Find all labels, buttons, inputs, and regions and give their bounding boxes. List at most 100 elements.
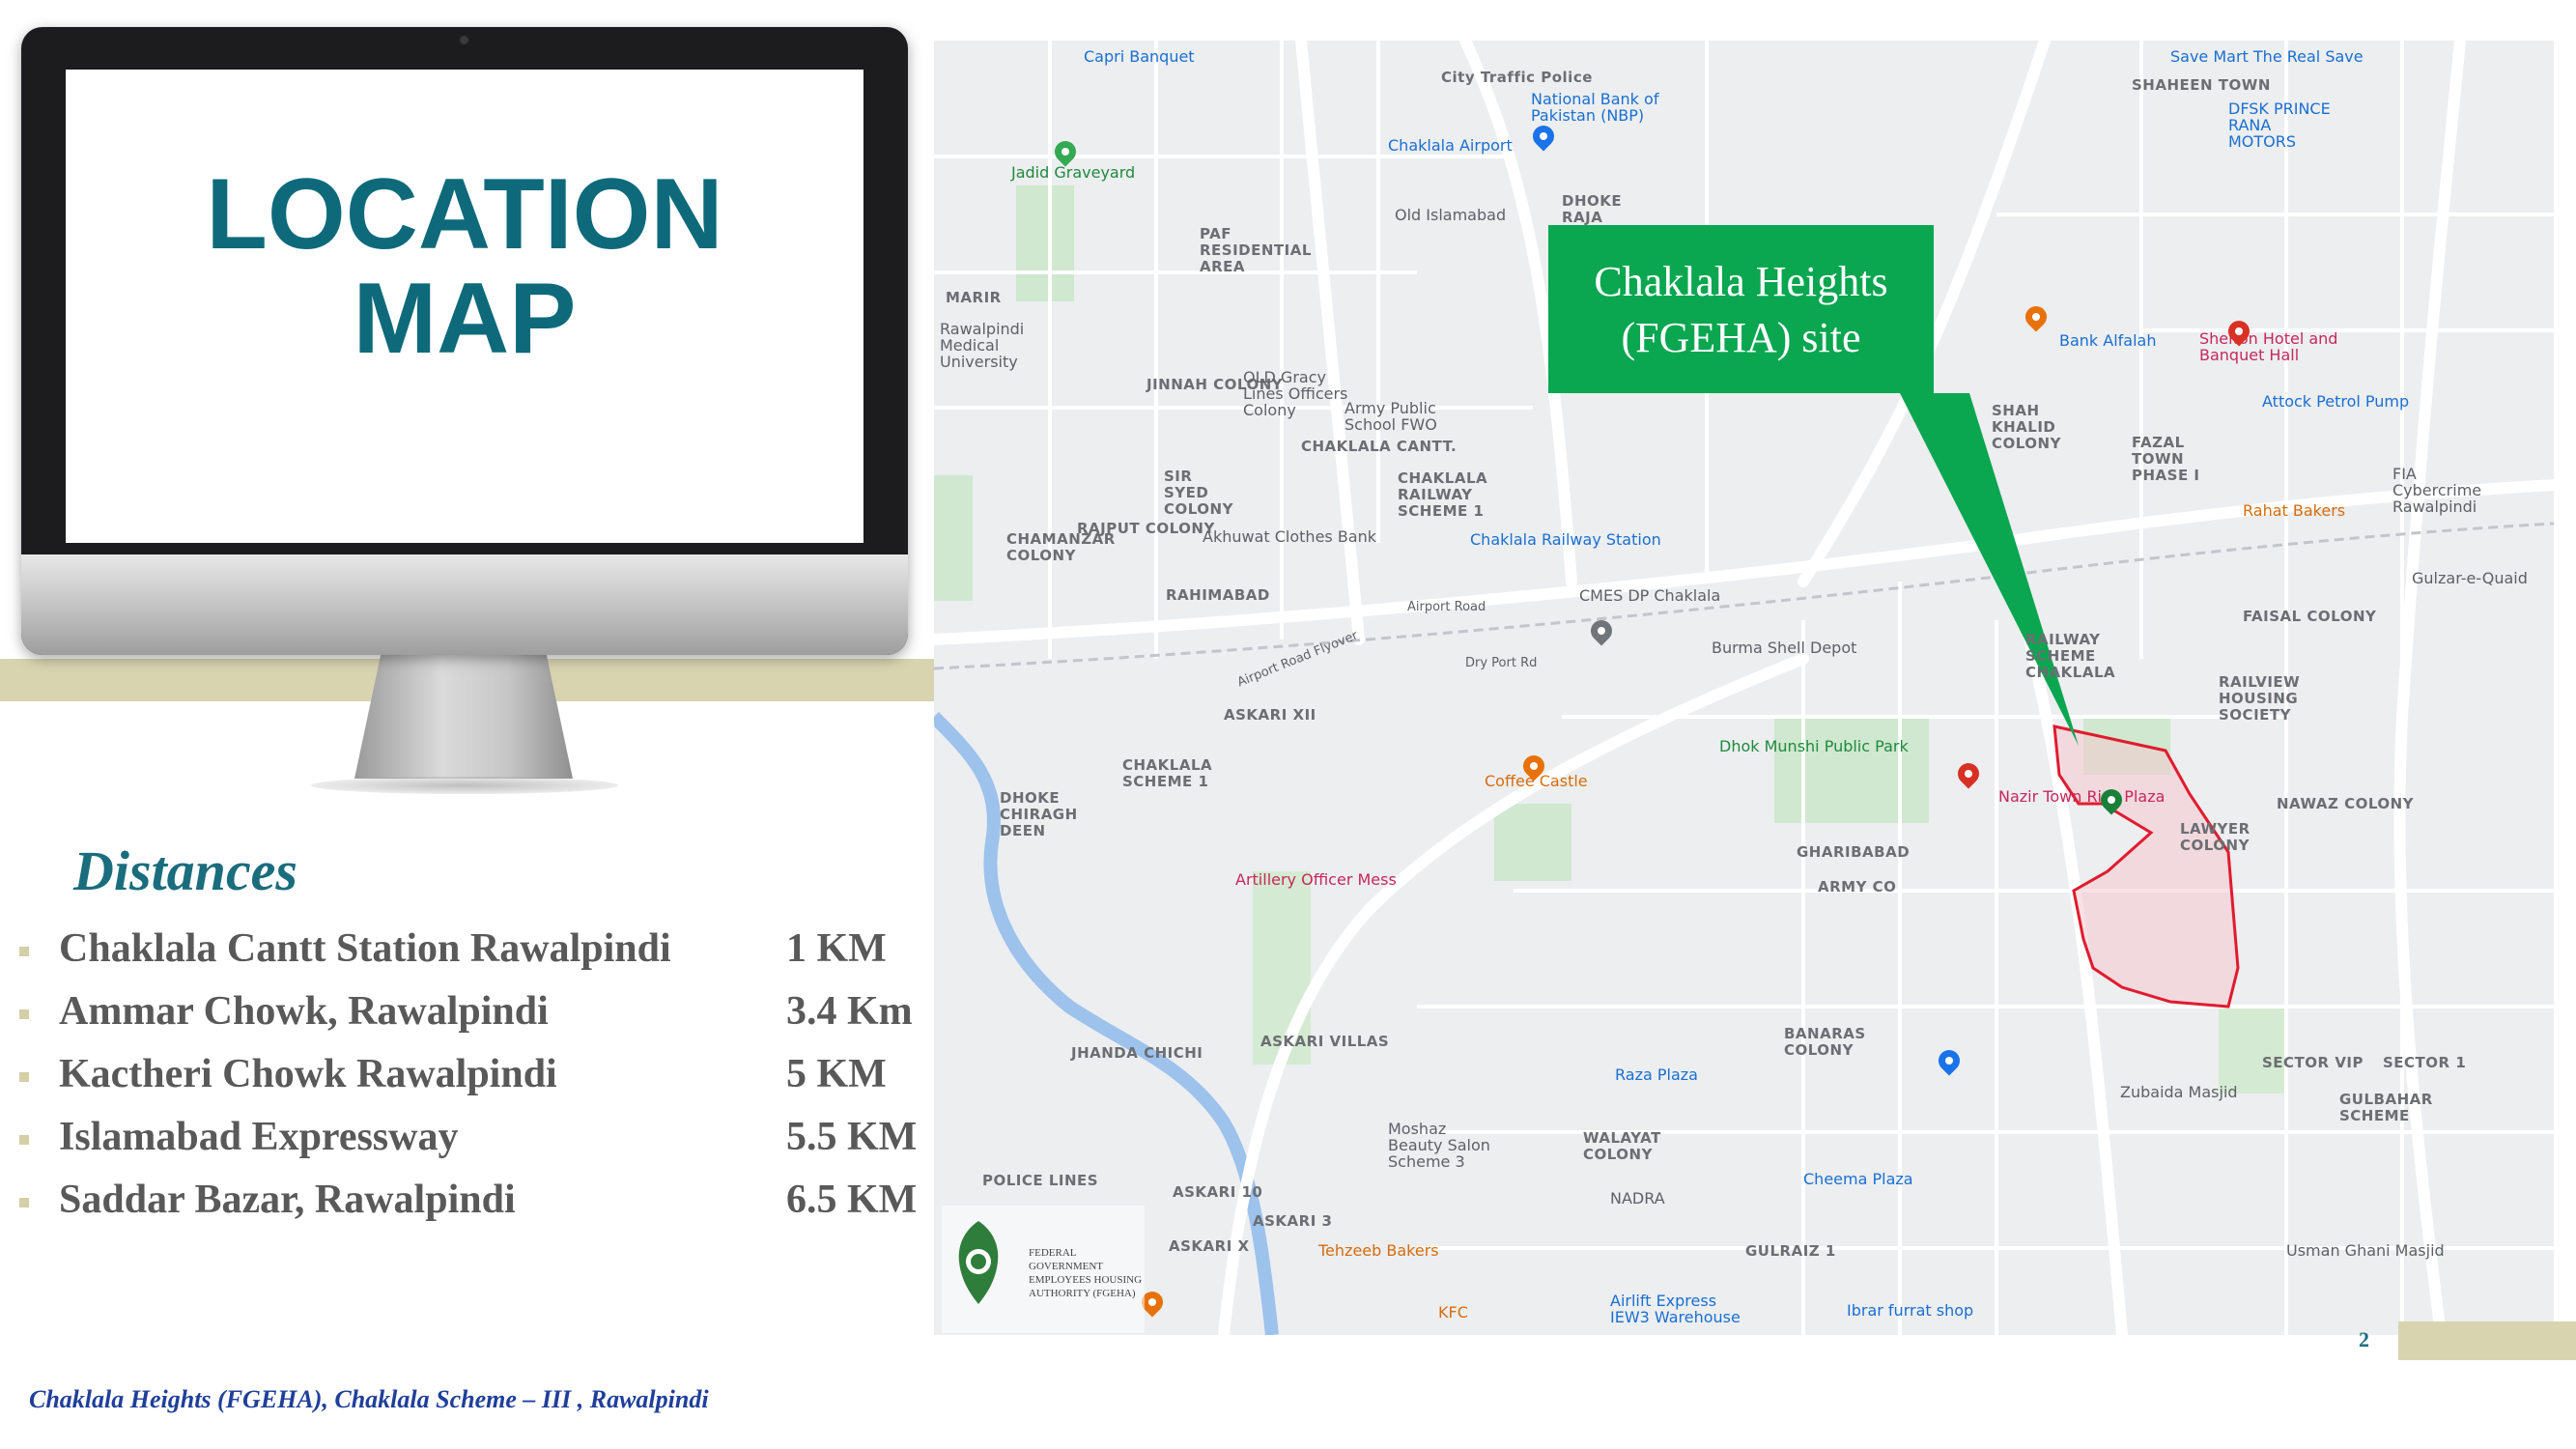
map-label-chamanzar: CHAMANZAR COLONY [1006,530,1116,564]
map-label-usman-ghani: Usman Ghani Masjid [2286,1241,2445,1260]
distance-place: Ammar Chowk, Rawalpindi [59,989,549,1034]
footer-caption: Chaklala Heights (FGEHA), Chaklala Schem… [29,1385,709,1413]
page-title: LOCATION MAP [21,162,908,371]
map-label-jadid-graveyard: Jadid Graveyard [1011,163,1136,182]
distance-place: Saddar Bazar, Rawalpindi [59,1178,516,1222]
map-label-fazal-town: FAZAL TOWN PHASE I [2132,434,2200,484]
map-label-artillery: Artillery Officer Mess [1235,870,1397,889]
bullet-icon [19,947,29,956]
map-label-airlift: Airlift Express IEW3 Warehouse [1610,1292,1741,1326]
map-label-paf-residential: PAF RESIDENTIAL AREA [1200,225,1312,275]
fgeha-logo-text: FEDERAL GOVERNMENT EMPLOYEES HOUSING AUT… [1029,1247,1143,1299]
map-label-fia: FIA Cybercrime Rawalpindi [2392,465,2482,516]
map-label-sector-1: SECTOR 1 [2383,1054,2467,1071]
map-label-askari-x: ASKARI X [1169,1237,1250,1255]
distance-value: 3.4 Km [786,989,913,1034]
map-label-rahat-bakers: Rahat Bakers [2243,501,2346,520]
map-label-banaras: BANARAS COLONY [1784,1025,1866,1059]
map-label-akhuwat: Akhuwat Clothes Bank [1203,527,1377,546]
map-label-walayat: WALAYAT COLONY [1583,1129,1661,1163]
fgeha-logo: FEDERAL GOVERNMENT EMPLOYEES HOUSING AUT… [942,1206,1145,1333]
map-label-cheema-plaza: Cheema Plaza [1803,1170,1913,1188]
distance-value: 5 KM [786,1052,887,1096]
map-label-sector-vip: SECTOR VIP [2262,1054,2364,1071]
map-label-national-bank: National Bank of Pakistan (NBP) [1531,90,1659,125]
map-label-nadra: NADRA [1610,1189,1665,1208]
distance-place: Islamabad Expressway [59,1115,459,1159]
bullet-icon [19,1072,29,1082]
map-label-zubaida: Zubaida Masjid [2120,1083,2238,1101]
map-label-faisal-colony: FAISAL COLONY [2243,608,2377,625]
map-label-askari-villas: ASKARI VILLAS [1260,1033,1390,1050]
map-label-old-islamabad: Old Islamabad [1395,206,1507,224]
site-callout: Chaklala Heights (FGEHA) site [1548,225,1934,393]
map-label-city-traffic-police: City Traffic Police [1441,69,1593,86]
map-label-burma-shell: Burma Shell Depot [1712,639,1857,657]
map-label-airport-road: Airport Road [1407,600,1486,614]
distances-heading: Distances [73,839,297,902]
map-label-rawalpindi-medical: Rawalpindi Medical University [940,320,1025,371]
list-item: Saddar Bazar, Rawalpindi 6.5 KM [14,1177,931,1239]
map-label-gulraiz: GULRAIZ 1 [1745,1242,1836,1260]
monitor-illustration: LOCATION MAP [21,27,910,811]
map-label-army-co: ARMY CO [1818,878,1897,895]
callout-text: Chaklala Heights (FGEHA) site [1548,254,1934,366]
callout-line-1: Chaklala Heights [1594,258,1888,305]
map-label-chaklala-railway: CHAKLALA RAILWAY SCHEME 1 [1398,469,1488,520]
page-number: 2 [2359,1327,2369,1351]
map-label-gharibabad: GHARIBABAD [1797,843,1911,861]
bullet-icon [19,1135,29,1145]
map-label-cmes: CMES DP Chaklala [1579,586,1721,605]
map-label-police-lines: POLICE LINES [982,1172,1099,1189]
map-label-chaklala-cantt: CHAKLALA CANTT. [1301,438,1458,455]
list-item: Ammar Chowk, Rawalpindi 3.4 Km [14,988,931,1051]
title-line-2: MAP [353,263,577,375]
map-label-save-mart: Save Mart The Real Save [2170,47,2364,66]
map-label-jhanda-chichi: JHANDA CHICHI [1071,1044,1203,1062]
map-label-chaklala-airport: Chaklala Airport [1388,136,1513,155]
map-label-dhoke-chiragh: DHOKE CHIRAGH DEEN [1000,789,1078,839]
map-label-lawyer-colony: LAWYER COLONY [2180,820,2250,854]
map-label-nazir-town: Nazir Town Riaz Plaza [1998,787,2166,806]
camera-icon [460,36,468,44]
monitor-stand-shadow [311,777,618,794]
distance-place: Kactheri Chowk Rawalpindi [59,1052,557,1096]
map-label-shaheen-town: SHAHEEN TOWN [2132,76,2271,94]
map-label-gulbahar: GULBAHAR SCHEME [2339,1091,2433,1124]
map-label-rahimabad: RAHIMABAD [1166,586,1270,604]
monitor-stand [354,655,573,779]
map-label-dfsk: DFSK PRINCE RANA MOTORS [2228,99,2331,151]
map-label-askari-xii: ASKARI XII [1224,706,1316,724]
accent-bar-right [2398,1321,2576,1360]
monitor-chin [21,554,908,655]
map-label-dry-port: Dry Port Rd [1465,656,1538,670]
title-line-1: LOCATION [206,158,723,270]
distance-value: 6.5 KM [786,1178,918,1222]
map-label-moshaz: Moshaz Beauty Salon Scheme 3 [1388,1120,1490,1171]
map-label-kfc: KFC [1438,1303,1468,1321]
map-label-chaklala-station: Chaklala Railway Station [1470,530,1661,549]
bullet-icon [19,1198,29,1208]
map-label-capri-banquet: Capri Banquet [1084,47,1195,66]
map-label-askari-3: ASKARI 3 [1253,1212,1333,1230]
map-label-gulzar-quaid: Gulzar-e-Quaid [2412,569,2528,587]
distance-place: Chaklala Cantt Station Rawalpindi [59,926,671,971]
map-label-askari-10: ASKARI 10 [1173,1183,1263,1201]
map-label-shelton: Shelton Hotel and Banquet Hall [2199,329,2338,364]
list-item: Chaklala Cantt Station Rawalpindi 1 KM [14,925,931,988]
callout-line-2: (FGEHA) site [1621,314,1861,361]
map-label-raza-plaza: Raza Plaza [1615,1065,1698,1084]
map-label-railview: RAILVIEW HOUSING SOCIETY [2219,673,2301,724]
bullet-icon [19,1009,29,1019]
map-label-chaklala-scheme-1: CHAKLALA SCHEME 1 [1122,756,1213,790]
list-item: Islamabad Expressway 5.5 KM [14,1114,931,1177]
map-label-tehzeeb: Tehzeeb Bakers [1318,1241,1439,1260]
map-label-bank-alfalah: Bank Alfalah [2059,331,2157,350]
map-label-sir-syed: SIR SYED COLONY [1164,468,1233,518]
map-label-ibrar: Ibrar furrat shop [1847,1301,1974,1320]
map-label-railway-scheme: RAILWAY SCHEME CHAKLALA [2025,631,2116,681]
fgeha-emblem-icon [958,1221,999,1304]
map-label-army-public-school: Army Public School FWO [1345,399,1437,434]
map-label-dhok-munshi: Dhok Munshi Public Park [1719,737,1909,755]
distance-value: 5.5 KM [786,1115,918,1159]
